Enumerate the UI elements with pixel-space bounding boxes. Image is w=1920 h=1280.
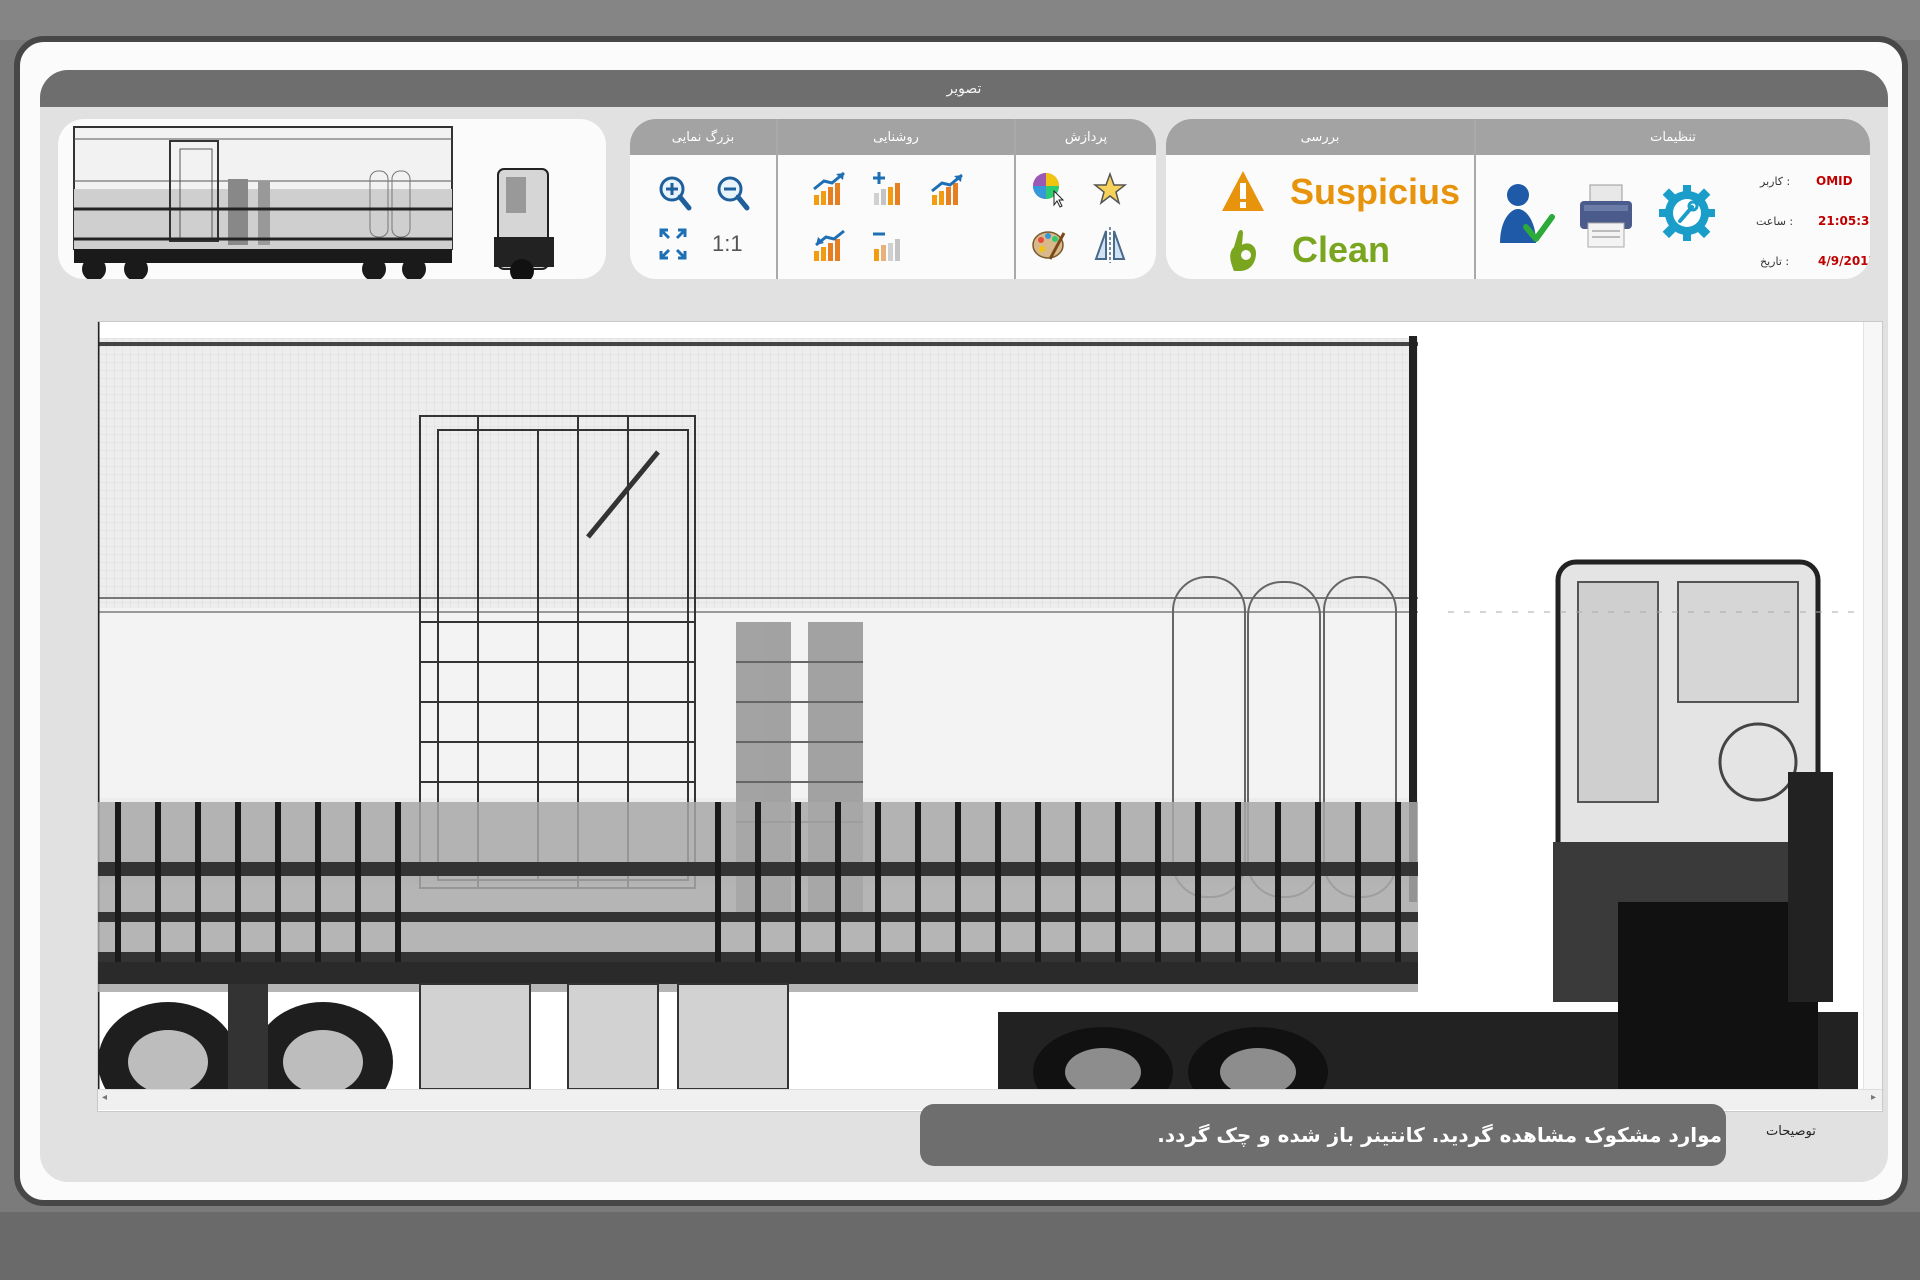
date-value: 4/9/2017 <box>1818 254 1870 268</box>
user-check-icon[interactable] <box>1496 181 1556 251</box>
fit-to-window-icon[interactable] <box>658 227 688 261</box>
brightness-increase-icon[interactable] <box>810 169 850 209</box>
ok-hand-icon <box>1230 230 1256 271</box>
brightness-up-icon[interactable] <box>928 169 968 209</box>
star-icon[interactable] <box>1092 171 1128 207</box>
date-label: : تاریخ <box>1760 255 1790 268</box>
warning-icon <box>1222 171 1264 211</box>
review-group-label: بررسی <box>1166 119 1474 155</box>
suspicious-button[interactable]: Suspicius <box>1220 167 1460 217</box>
vertical-scrollbar[interactable] <box>1863 322 1882 1089</box>
brightness-decrease-icon[interactable] <box>810 225 850 265</box>
scan-thumbnail[interactable] <box>58 119 606 279</box>
user-value: OMID <box>1816 174 1853 188</box>
brightness-plus-icon[interactable] <box>870 169 910 209</box>
clean-label: Clean <box>1292 229 1391 270</box>
zoom-out-icon[interactable] <box>716 175 750 213</box>
main-panel: تصویر بزرگ نمایی روشنایی پردازش 1:1 بررس… <box>40 70 1888 1182</box>
color-wheel-icon[interactable] <box>1030 169 1068 209</box>
time-value: 21:05:34 <box>1818 214 1870 228</box>
zoom-group-label: بزرگ نمایی <box>630 119 776 155</box>
desktop-background-bottom <box>0 1212 1920 1280</box>
review-settings-toolbar: بررسی تنظیمات Suspicius Clean: کاربر OM… <box>1166 119 1870 279</box>
one-to-one-button[interactable]: 1:1 <box>712 231 743 257</box>
tools-toolbar: بزرگ نمایی روشنایی پردازش 1:1 <box>630 119 1156 279</box>
notes-field[interactable]: .موارد مشکوک مشاهده گردید. کانتینر باز ش… <box>920 1104 1726 1166</box>
mirror-icon[interactable] <box>1092 225 1128 265</box>
clean-button[interactable]: Clean <box>1220 225 1450 275</box>
palette-icon[interactable] <box>1030 225 1068 265</box>
xray-truck-scan <box>98 322 1864 1111</box>
zoom-in-icon[interactable] <box>658 175 692 213</box>
window-title: تصویر <box>40 70 1888 107</box>
brightness-group-label: روشنایی <box>778 119 1014 155</box>
xray-scan-viewer[interactable]: ◂ ▸ <box>97 321 1883 1112</box>
settings-gear-icon[interactable] <box>1656 179 1718 249</box>
scroll-right-icon[interactable]: ▸ <box>1871 1092 1876 1103</box>
printer-icon[interactable] <box>1576 181 1636 251</box>
scan-thumbnail-image <box>73 126 554 279</box>
scroll-left-icon[interactable]: ◂ <box>102 1092 107 1103</box>
desktop-background-top <box>0 0 1920 40</box>
suspicious-label: Suspicius <box>1290 171 1461 212</box>
user-label: : کاربر <box>1760 175 1791 188</box>
time-label: : ساعت <box>1756 215 1794 228</box>
processing-group-label: پردازش <box>1016 119 1156 155</box>
settings-group-label: تنظیمات <box>1476 119 1870 155</box>
notes-label: توصیحات <box>1766 1124 1816 1139</box>
brightness-minus-icon[interactable] <box>870 225 910 265</box>
